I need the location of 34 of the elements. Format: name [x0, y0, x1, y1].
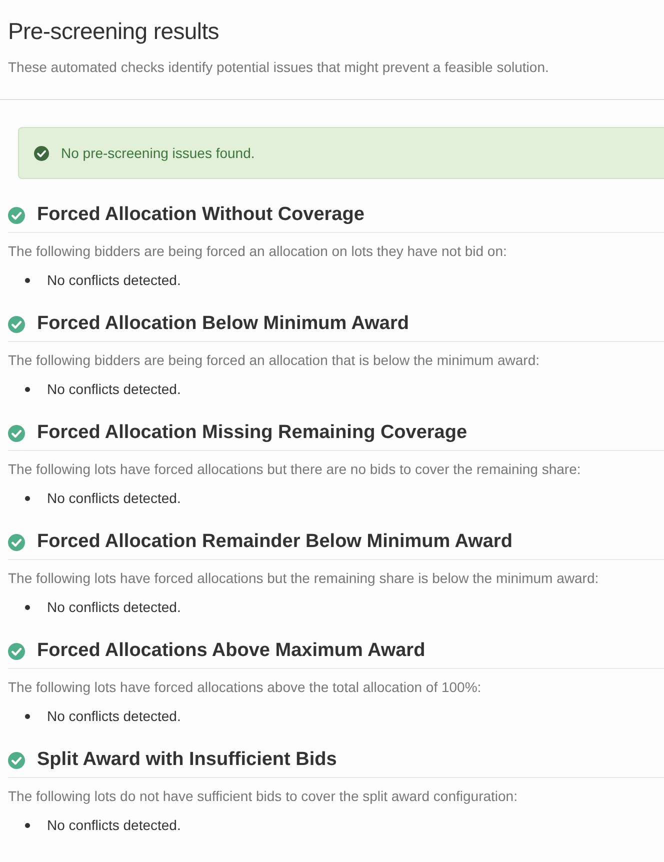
check-circle-icon	[8, 316, 25, 332]
check-heading: Forced Allocation Missing Remaining Coverage	[37, 422, 468, 444]
check-description: The following lots have forced allocations but there are no bids to cover the remaining share:	[8, 461, 582, 477]
conflict-item: No conflicts detected.	[47, 708, 181, 724]
check-circle-icon	[8, 424, 25, 442]
check-circle-icon	[8, 206, 25, 224]
alert-message: No pre-screening issues found.	[61, 145, 255, 161]
conflict-item: No conflicts detected.	[47, 490, 181, 506]
bullet-icon	[25, 822, 30, 828]
conflict-item: No conflicts detected.	[47, 272, 181, 288]
conflict-item: No conflicts detected.	[47, 381, 181, 397]
conflict-item: No conflicts detected.	[47, 599, 181, 615]
bullet-icon	[25, 714, 30, 718]
check-description: The following lots have forced allocations above the total allocation of 100%:	[8, 679, 482, 695]
page-title: Pre-screening results	[8, 18, 220, 45]
bullet-icon	[25, 496, 30, 500]
check-description: The following lots do not have sufficient bids to cover the split award configuration:	[8, 788, 518, 804]
check-description: The following bidders are being forced an allocation that is below the minimum award:	[8, 352, 541, 368]
check-heading: Forced Allocation Remainder Below Minimum Award	[37, 531, 512, 553]
check-heading: Split Award with Insufficient Bids	[37, 749, 337, 771]
check-description: The following bidders are being forced an allocation on lots they have not bid on:	[8, 243, 508, 259]
check-heading: Forced Allocations Above Maximum Award	[37, 640, 426, 662]
check-circle-icon	[8, 534, 25, 550]
conflict-item: No conflicts detected.	[47, 817, 181, 833]
check-circle-icon	[34, 146, 49, 160]
check-circle-icon	[8, 752, 25, 768]
page-subtitle: These automated checks identify potential issues that might prevent a feasible solution.	[8, 59, 550, 75]
bullet-icon	[25, 278, 30, 282]
bullet-icon	[25, 604, 30, 610]
bullet-icon	[25, 386, 30, 392]
check-circle-icon	[8, 642, 25, 660]
check-heading: Forced Allocation Without Coverage	[37, 204, 364, 226]
check-description: The following lots have forced allocations but the remaining share is below the minimum award:	[8, 570, 600, 586]
check-heading: Forced Allocation Below Minimum Award	[37, 313, 409, 335]
